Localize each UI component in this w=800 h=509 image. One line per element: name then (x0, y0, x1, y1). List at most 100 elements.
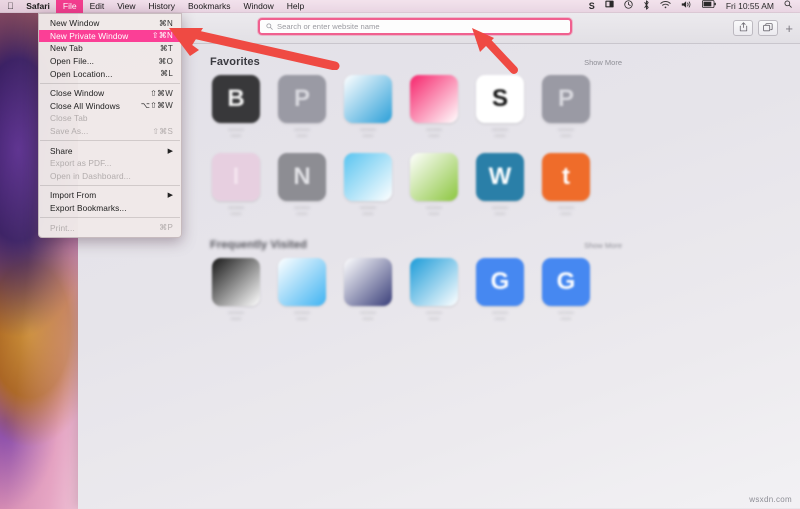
frequent-tile-2[interactable]: ——— —— (276, 258, 328, 322)
menubar-item-edit[interactable]: Edit (83, 0, 111, 13)
battery-icon[interactable] (697, 0, 721, 13)
menu-item-shortcut: ⇧⌘S (152, 126, 173, 136)
menu-item-shortcut: ⌘O (158, 56, 173, 66)
menu-item-label: New Window (50, 18, 100, 29)
favorites-grid-row-2: I ——— —— N ——— —— ——— —— ——— —— W ——— —— t ——— —— (210, 153, 622, 217)
menu-item-shortcut: ⌘P (159, 223, 173, 233)
favorite-tile-8-icon: N (278, 153, 326, 201)
favorite-tile-9[interactable]: ——— —— (342, 153, 394, 217)
menu-item-open-in-dashboard: Open in Dashboard... (39, 170, 181, 183)
favorite-tile-9-icon (344, 153, 392, 201)
menu-item-shortcut: ⌘L (160, 69, 173, 79)
address-bar-container[interactable]: Search or enter website name (258, 18, 572, 35)
frequent-tile-2-label: ——— —— (294, 310, 310, 322)
menu-item-close-all-windows[interactable]: Close All Windows ⌥⇧⌘W (39, 100, 181, 113)
favorite-tile-4-icon (410, 75, 458, 123)
wifi-icon[interactable] (655, 0, 676, 13)
menu-item-share[interactable]: Share ▶ (39, 144, 181, 157)
menu-item-open-location[interactable]: Open Location... ⌘L (39, 67, 181, 80)
time-machine-icon[interactable] (619, 0, 638, 13)
chevron-right-icon: ▶ (167, 192, 173, 200)
file-dropdown-menu[interactable]: New Window ⌘N New Private Window ⇧⌘N New Tab… (38, 13, 182, 238)
favorite-tile-12-icon: t (542, 153, 590, 201)
favorite-tile-2-icon: P (278, 75, 326, 123)
menubar-item-file[interactable]: File (56, 0, 84, 13)
frequent-tile-4-label: ——— —— (426, 310, 442, 322)
menubar-item-help[interactable]: Help (280, 0, 310, 13)
menu-item-label: Open in Dashboard... (50, 170, 131, 181)
menu-item-shortcut: ⇧⌘N (151, 31, 173, 41)
volume-icon[interactable] (676, 0, 697, 13)
frequently-visited-show-more[interactable]: Show More (584, 241, 622, 250)
menu-item-new-private-window[interactable]: New Private Window ⇧⌘N (39, 29, 181, 43)
favorite-tile-7-label: ——— —— (228, 205, 244, 217)
menu-item-save-as: Save As... ⇧⌘S (39, 125, 181, 138)
frequently-visited-section-header: Frequently Visited Show More (210, 239, 622, 251)
menu-item-label: Close All Windows (50, 100, 120, 111)
favorite-tile-11[interactable]: W ——— —— (474, 153, 526, 217)
menu-item-import-from[interactable]: Import From ▶ (39, 189, 181, 202)
spotlight-icon[interactable] (779, 0, 797, 13)
menu-item-print: Print... ⌘P (39, 221, 181, 234)
menubar-app-name[interactable]: Safari (20, 0, 57, 13)
safari-toolbar: Search or enter website name + (78, 13, 800, 44)
favorite-tile-3-label: ——— —— (360, 127, 376, 139)
frequent-tile-3-label: ——— —— (360, 310, 376, 322)
favorites-title: Favorites (210, 56, 260, 68)
display-icon[interactable] (600, 0, 619, 13)
favorite-tile-12[interactable]: t ——— —— (540, 153, 592, 217)
favorite-tile-5-icon: S (476, 75, 524, 123)
menu-item-label: Close Window (50, 88, 105, 99)
menu-item-export-as-pdf: Export as PDF... (39, 157, 181, 170)
menu-separator (40, 217, 180, 219)
favorite-tile-2-label: ——— —— (294, 127, 310, 139)
safari-window: Search or enter website name + Favorites… (78, 13, 800, 509)
share-button[interactable] (733, 20, 754, 36)
favorite-tile-6-icon: P (542, 75, 590, 123)
favorite-tile-8-label: ——— —— (294, 205, 310, 217)
menu-item-label: Export Bookmarks... (50, 203, 127, 214)
frequent-tile-3-icon (344, 258, 392, 306)
favorites-show-more[interactable]: Show More (584, 58, 622, 67)
frequent-tile-3[interactable]: ——— —— (342, 258, 394, 322)
favorite-tile-7[interactable]: I ——— —— (210, 153, 262, 217)
frequent-tile-1[interactable]: ——— —— (210, 258, 262, 322)
favorite-tile-3[interactable]: ——— —— (342, 75, 394, 139)
tab-overview-button[interactable] (758, 20, 779, 36)
chevron-right-icon: ▶ (167, 147, 173, 155)
frequent-tile-4-icon (410, 258, 458, 306)
new-tab-button[interactable]: + (783, 22, 795, 35)
bluetooth-icon[interactable] (638, 0, 655, 13)
favorite-tile-9-label: ——— —— (360, 205, 376, 217)
skype-icon[interactable]: S (584, 0, 600, 13)
menu-item-shortcut: ⌥⇧⌘W (140, 101, 173, 111)
favorite-tile-10[interactable]: ——— —— (408, 153, 460, 217)
address-bar-placeholder: Search or enter website name (277, 22, 380, 31)
menu-item-export-bookmarks[interactable]: Export Bookmarks... (39, 202, 181, 215)
frequent-tile-4[interactable]: ——— —— (408, 258, 460, 322)
frequent-tile-5-label: ——— —— (492, 310, 508, 322)
favorite-tile-5[interactable]: S ——— —— (474, 75, 526, 139)
menubar-item-view[interactable]: View (111, 0, 142, 13)
menu-item-new-tab[interactable]: New Tab ⌘T (39, 42, 181, 55)
favorite-tile-6[interactable]: P ——— —— (540, 75, 592, 139)
menu-item-close-window[interactable]: Close Window ⇧⌘W (39, 87, 181, 100)
address-bar[interactable]: Search or enter website name (258, 18, 572, 35)
favorite-tile-4[interactable]: ——— —— (408, 75, 460, 139)
menu-item-label: Open Location... (50, 68, 113, 79)
favorite-tile-8[interactable]: N ——— —— (276, 153, 328, 217)
frequent-tile-6[interactable]: G ——— —— (540, 258, 592, 322)
apple-logo-icon[interactable]:  (0, 1, 20, 11)
favorite-tile-2[interactable]: P ——— —— (276, 75, 328, 139)
menubar-item-history[interactable]: History (142, 0, 181, 13)
menu-item-open-file[interactable]: Open File... ⌘O (39, 55, 181, 68)
safari-start-page: Favorites Show More B ——— —— P ——— —— ——— ——… (78, 44, 800, 508)
favorite-tile-1-label: ——— —— (228, 127, 244, 139)
favorite-tile-1[interactable]: B ——— —— (210, 75, 262, 139)
menu-item-new-window[interactable]: New Window ⌘N (39, 17, 181, 30)
menubar-clock[interactable]: Fri 10:55 AM (721, 0, 779, 13)
favorite-tile-7-icon: I (212, 153, 260, 201)
frequent-tile-5[interactable]: G ——— —— (474, 258, 526, 322)
menubar-item-window[interactable]: Window (237, 0, 280, 13)
menubar-item-bookmarks[interactable]: Bookmarks (181, 0, 237, 13)
